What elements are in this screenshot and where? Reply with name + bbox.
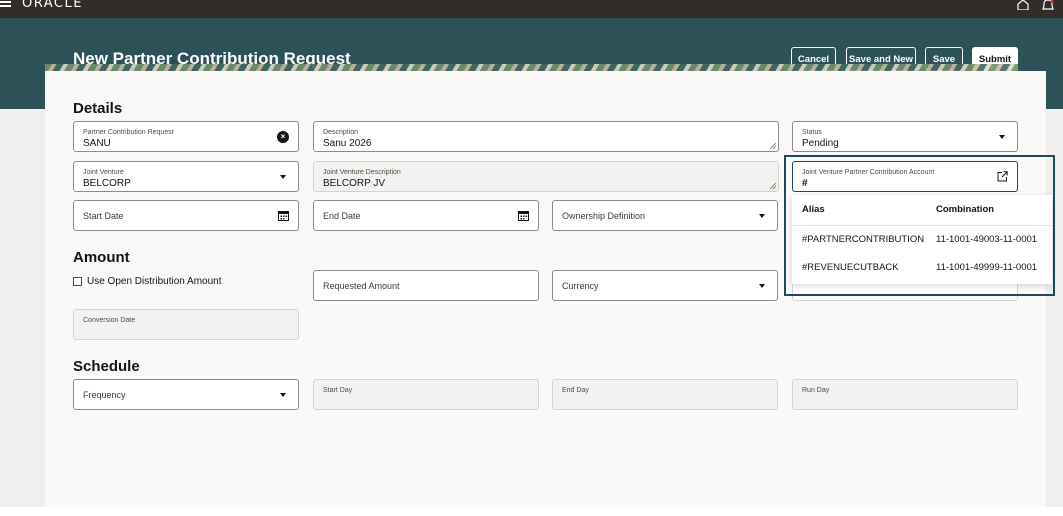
resize-handle [770, 183, 776, 189]
resize-handle[interactable] [770, 143, 776, 149]
start-date-field[interactable]: Start Date [73, 200, 299, 231]
home-icon[interactable] [1016, 0, 1030, 10]
clear-icon[interactable]: × [277, 131, 289, 143]
currency-select[interactable]: Currency [552, 270, 778, 301]
field-value: BELCORP [83, 178, 131, 189]
start-day-field: Start Day [313, 379, 539, 410]
field-placeholder: Requested Amount [323, 281, 400, 291]
ownership-definition-select[interactable]: Ownership Definition [552, 200, 778, 231]
field-label: Joint Venture [83, 169, 124, 176]
field-value: BELCORP JV [323, 178, 386, 189]
calendar-icon[interactable] [518, 210, 529, 221]
partner-contribution-request-field[interactable]: Partner Contribution Request SANU × [73, 121, 299, 152]
chevron-down-icon [759, 284, 765, 288]
column-header-combination: Combination [936, 204, 995, 215]
checkbox-label: Use Open Distribution Amount [87, 276, 222, 287]
field-placeholder: End Date [323, 211, 361, 221]
combination-cell[interactable]: 11-1001-49003-11-0001 [936, 234, 1037, 245]
field-label: End Day [562, 387, 589, 394]
field-label: Conversion Date [83, 317, 136, 324]
field-label: Joint Venture Partner Contribution Accou… [802, 169, 935, 176]
conversion-date-field: Conversion Date [73, 309, 299, 340]
chevron-down-icon [999, 135, 1005, 139]
alias-cell[interactable]: #REVENUECUTBACK [802, 262, 899, 273]
status-select[interactable]: Status Pending [792, 121, 1018, 152]
run-day-field: Run Day [792, 379, 1018, 410]
use-open-distribution-checkbox[interactable] [73, 277, 82, 286]
footer-strip [0, 507, 1063, 516]
field-label: Description [323, 129, 359, 136]
joint-venture-select[interactable]: Joint Venture BELCORP [73, 161, 299, 192]
field-label: Start Day [323, 387, 353, 394]
partner-contribution-account-field[interactable]: Joint Venture Partner Contribution Accou… [792, 161, 1018, 192]
section-title-amount: Amount [73, 249, 130, 266]
field-label: Status [802, 129, 822, 136]
column-header-alias: Alias [802, 204, 825, 215]
field-placeholder: Currency [562, 281, 599, 291]
alias-cell[interactable]: #PARTNERCONTRIBUTION [802, 234, 924, 245]
brand-logo: ORACLE [22, 0, 83, 11]
field-value: SANU [83, 138, 111, 149]
account-dropdown: Alias Combination #PARTNERCONTRIBUTION 1… [792, 195, 1052, 284]
combination-cell[interactable]: 11-1001-49999-11-0001 [936, 262, 1037, 273]
end-day-field: End Day [552, 379, 778, 410]
field-value: # [802, 178, 808, 189]
calendar-icon[interactable] [278, 210, 289, 221]
external-link-icon[interactable] [997, 171, 1008, 182]
field-placeholder: Ownership Definition [562, 211, 646, 221]
end-date-field[interactable]: End Date [313, 200, 539, 231]
joint-venture-description-field: Joint Venture Description BELCORP JV [313, 161, 779, 192]
menu-icon[interactable] [0, 1, 12, 10]
field-value: Sanu 2026 [323, 138, 372, 149]
field-label: Run Day [802, 387, 830, 394]
field-value: Pending [802, 138, 839, 149]
top-bar: ORACLE [0, 0, 1063, 18]
description-field[interactable]: Description Sanu 2026 [313, 121, 779, 152]
chevron-down-icon [280, 175, 286, 179]
field-label: Partner Contribution Request [83, 129, 174, 136]
chevron-down-icon [280, 393, 286, 397]
chevron-down-icon [759, 214, 765, 218]
field-placeholder: Frequency [83, 390, 126, 400]
requested-amount-field[interactable]: Requested Amount [313, 270, 539, 301]
field-placeholder: Start Date [83, 211, 124, 221]
header-divider [792, 225, 1052, 226]
section-title-schedule: Schedule [73, 358, 140, 375]
bell-icon[interactable] [1041, 0, 1055, 10]
use-open-distribution-checkbox-row[interactable]: Use Open Distribution Amount [73, 276, 222, 287]
frequency-select[interactable]: Frequency [73, 379, 299, 410]
field-label: Joint Venture Description [323, 169, 401, 176]
section-title-details: Details [73, 100, 123, 117]
